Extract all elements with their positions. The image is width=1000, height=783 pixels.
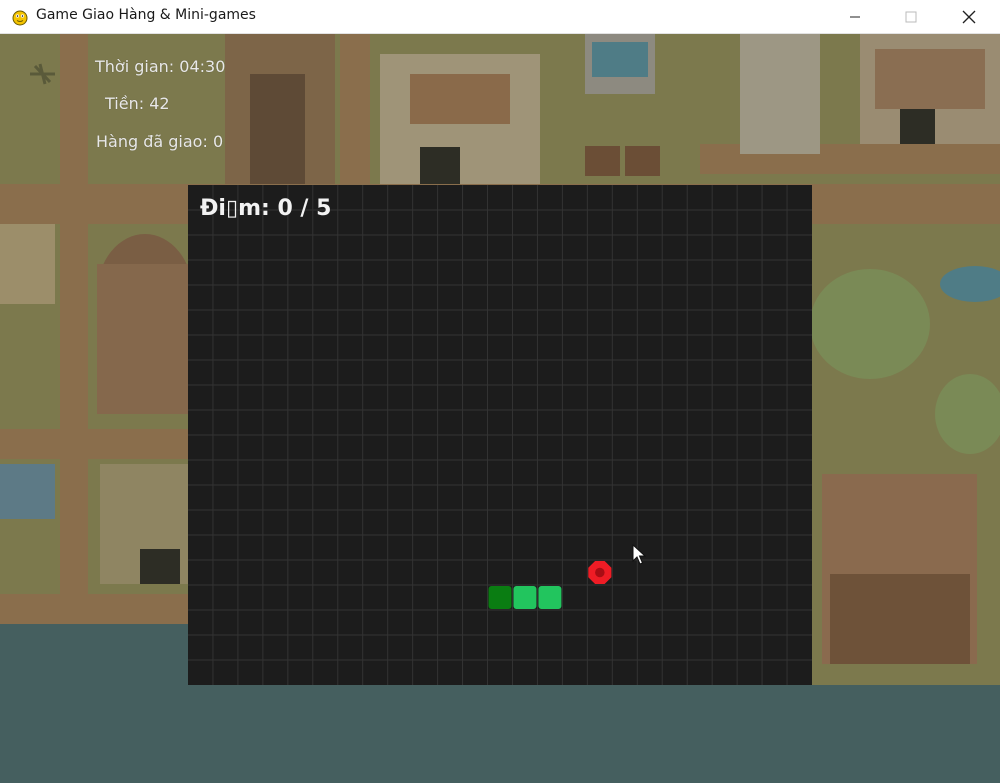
minimize-button[interactable] — [826, 0, 884, 33]
minigame-score: Đi▯m: 0 / 5 — [200, 196, 332, 221]
hud-time: Thời gian: 04:30 — [95, 57, 226, 76]
snake-minigame-board[interactable]: Đi▯m: 0 / 5 — [188, 185, 812, 685]
game-canvas[interactable]: Thời gian: 04:30 Tiền: 42 Hàng đã giao: … — [0, 34, 1000, 783]
snake-body-segment — [513, 586, 537, 609]
maximize-icon — [905, 11, 917, 22]
snake-grid — [188, 185, 812, 685]
snake-head — [488, 586, 512, 609]
hud-delivered: Hàng đã giao: 0 — [96, 132, 224, 151]
maximize-button[interactable] — [882, 0, 940, 33]
window-title-bar: Game Giao Hàng & Mini-games — [0, 0, 1000, 34]
hud-money: Tiền: 42 — [105, 94, 170, 113]
mouse-cursor-icon — [632, 544, 646, 565]
food-item-center — [595, 567, 605, 578]
close-button[interactable] — [940, 0, 998, 33]
close-icon — [962, 10, 976, 23]
snake-body-segment — [538, 586, 562, 609]
window-title: Game Giao Hàng & Mini-games — [36, 7, 256, 23]
pygame-snake-icon — [12, 10, 28, 26]
minimize-icon — [850, 16, 860, 17]
